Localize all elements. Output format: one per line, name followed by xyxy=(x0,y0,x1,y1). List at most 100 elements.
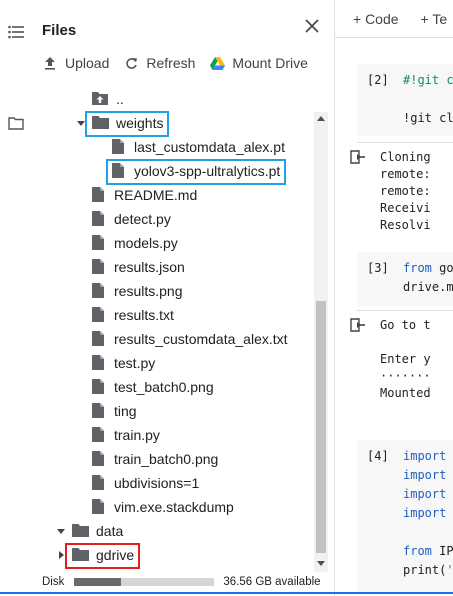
file-tree-item-label: yolov3-spp-ultralytics.pt xyxy=(134,163,281,179)
code-line: import xyxy=(403,504,453,523)
mount-drive-button[interactable]: Mount Drive xyxy=(209,55,308,71)
file-icon xyxy=(92,307,108,323)
file-tree-item-label: README.md xyxy=(114,187,198,203)
code-token: from xyxy=(403,261,440,275)
file-tree-item-models-py[interactable]: models.py xyxy=(32,231,322,255)
file-icon xyxy=(92,403,108,419)
file-tree-item-detect-py[interactable]: detect.py xyxy=(32,207,322,231)
file-icon xyxy=(92,283,108,299)
file-tree-item-vim-exe-stackdump[interactable]: vim.exe.stackdump xyxy=(32,495,322,519)
cell-code[interactable]: from go drive.m xyxy=(403,259,453,297)
folder-icon xyxy=(92,116,109,132)
file-tree-item-parent[interactable]: .. xyxy=(32,87,322,111)
file-tree-item-test-py[interactable]: test.py xyxy=(32,351,322,375)
activity-rail xyxy=(0,0,63,596)
file-icon xyxy=(92,427,108,443)
scroll-down-arrow-icon[interactable] xyxy=(317,561,325,566)
code-token: import xyxy=(403,468,447,482)
refresh-label: Refresh xyxy=(146,55,196,71)
mount-drive-label: Mount Drive xyxy=(232,55,308,71)
file-tree-scrollbar[interactable] xyxy=(314,112,328,572)
file-tree-item-data[interactable]: data xyxy=(32,519,322,543)
code-token: IP xyxy=(439,544,453,558)
file-icon xyxy=(92,355,108,371)
code-cell[interactable]: [4] import import import import from IP print(… xyxy=(357,440,453,592)
upload-button[interactable]: Upload xyxy=(42,55,109,71)
caret-right-icon[interactable] xyxy=(56,550,66,560)
output-line: Receivi xyxy=(380,201,431,215)
file-tree-item-label: detect.py xyxy=(114,211,171,227)
code-line: import xyxy=(403,485,453,504)
folder-icon xyxy=(72,524,89,540)
file-tree-item-ubdivisions-1[interactable]: ubdivisions=1 xyxy=(32,471,322,495)
add-code-button[interactable]: + Code xyxy=(353,11,399,27)
file-tree-item-label: data xyxy=(96,523,124,539)
caret-down-icon[interactable] xyxy=(76,118,86,128)
code-line: !git cl xyxy=(403,109,453,128)
output-line: Resolvi xyxy=(380,218,431,232)
output-menu-icon[interactable] xyxy=(350,150,366,166)
code-line: import xyxy=(403,447,453,466)
file-tree-item-test-batch0-png[interactable]: test_batch0.png xyxy=(32,375,322,399)
code-token: !git cl xyxy=(403,111,453,125)
code-cell[interactable]: [2] #!git c !git cl xyxy=(357,64,453,136)
file-tree-item-results-json[interactable]: results.json xyxy=(32,255,322,279)
refresh-button[interactable]: Refresh xyxy=(123,55,195,71)
execution-count[interactable]: [4] xyxy=(367,449,389,463)
file-tree-item-label: models.py xyxy=(114,235,178,251)
add-text-button[interactable]: + Te xyxy=(421,11,448,27)
disk-usage-bar xyxy=(74,578,215,586)
file-tree-item-results-txt[interactable]: results.txt xyxy=(32,303,322,327)
file-tree-item-results-png[interactable]: results.png xyxy=(32,279,322,303)
disk-usage-fill xyxy=(74,578,121,586)
close-icon[interactable] xyxy=(301,15,323,37)
code-token: import xyxy=(403,449,447,463)
file-tree-item-weights[interactable]: weights xyxy=(32,111,322,135)
code-token: drive.m xyxy=(403,280,453,294)
table-of-contents-icon[interactable] xyxy=(6,22,26,42)
cell-output: Go to t Enter y ······· Mounted xyxy=(380,317,431,402)
cell-code[interactable]: #!git c !git cl xyxy=(403,71,453,128)
bottom-accent-line xyxy=(0,592,453,594)
execution-count[interactable]: [3] xyxy=(367,261,389,275)
file-tree-item-train-batch0-png[interactable]: train_batch0.png xyxy=(32,447,322,471)
file-tree-item-label: last_customdata_alex.pt xyxy=(134,139,285,155)
output-line: remote: xyxy=(380,184,431,198)
file-tree-item-label: results_customdata_alex.txt xyxy=(114,331,288,347)
output-menu-icon[interactable] xyxy=(350,318,366,334)
execution-count[interactable]: [2] xyxy=(367,73,389,87)
file-tree-item-label: test_batch0.png xyxy=(114,379,214,395)
output-line: Cloning xyxy=(380,150,431,164)
file-tree-item-label: ting xyxy=(114,403,137,419)
files-icon[interactable] xyxy=(6,113,26,133)
caret-down-icon[interactable] xyxy=(56,526,66,536)
file-icon xyxy=(92,211,108,227)
file-tree-item-readme-md[interactable]: README.md xyxy=(32,183,322,207)
file-tree-item-results-customdata-alex-txt[interactable]: results_customdata_alex.txt xyxy=(32,327,322,351)
file-tree-item-ting[interactable]: ting xyxy=(32,399,322,423)
file-tree-item-gdrive[interactable]: gdrive xyxy=(32,543,322,567)
file-tree-item-label: test.py xyxy=(114,355,156,371)
file-tree-item-yolov3-spp-ultralytics-pt[interactable]: yolov3-spp-ultralytics.pt xyxy=(32,159,322,183)
file-tree-item-train-py[interactable]: train.py xyxy=(32,423,322,447)
code-line: from go xyxy=(403,259,453,278)
code-cell[interactable]: [3] from go drive.m xyxy=(357,252,453,306)
output-divider xyxy=(357,310,453,311)
file-tree-item-last-customdata-alex-pt[interactable]: last_customdata_alex.pt xyxy=(32,135,322,159)
file-tree-item-label: weights xyxy=(116,115,164,131)
scrollbar-thumb[interactable] xyxy=(316,301,326,553)
file-tree-item-label: train.py xyxy=(114,427,160,443)
file-icon xyxy=(112,139,128,155)
disk-label: Disk xyxy=(42,576,65,588)
code-token: go xyxy=(439,261,453,275)
file-tree-item-label: results.png xyxy=(114,283,183,299)
cell-code[interactable]: import import import import from IP print(' xyxy=(403,447,453,580)
parent-folder-icon xyxy=(92,92,108,108)
file-tree-item-label: results.json xyxy=(114,259,185,275)
file-icon xyxy=(92,187,108,203)
output-line: Mounted xyxy=(380,386,431,400)
file-tree-item-label: .. xyxy=(116,91,124,107)
scroll-up-arrow-icon[interactable] xyxy=(317,116,325,121)
file-tree-item-label: vim.exe.stackdump xyxy=(114,499,234,515)
